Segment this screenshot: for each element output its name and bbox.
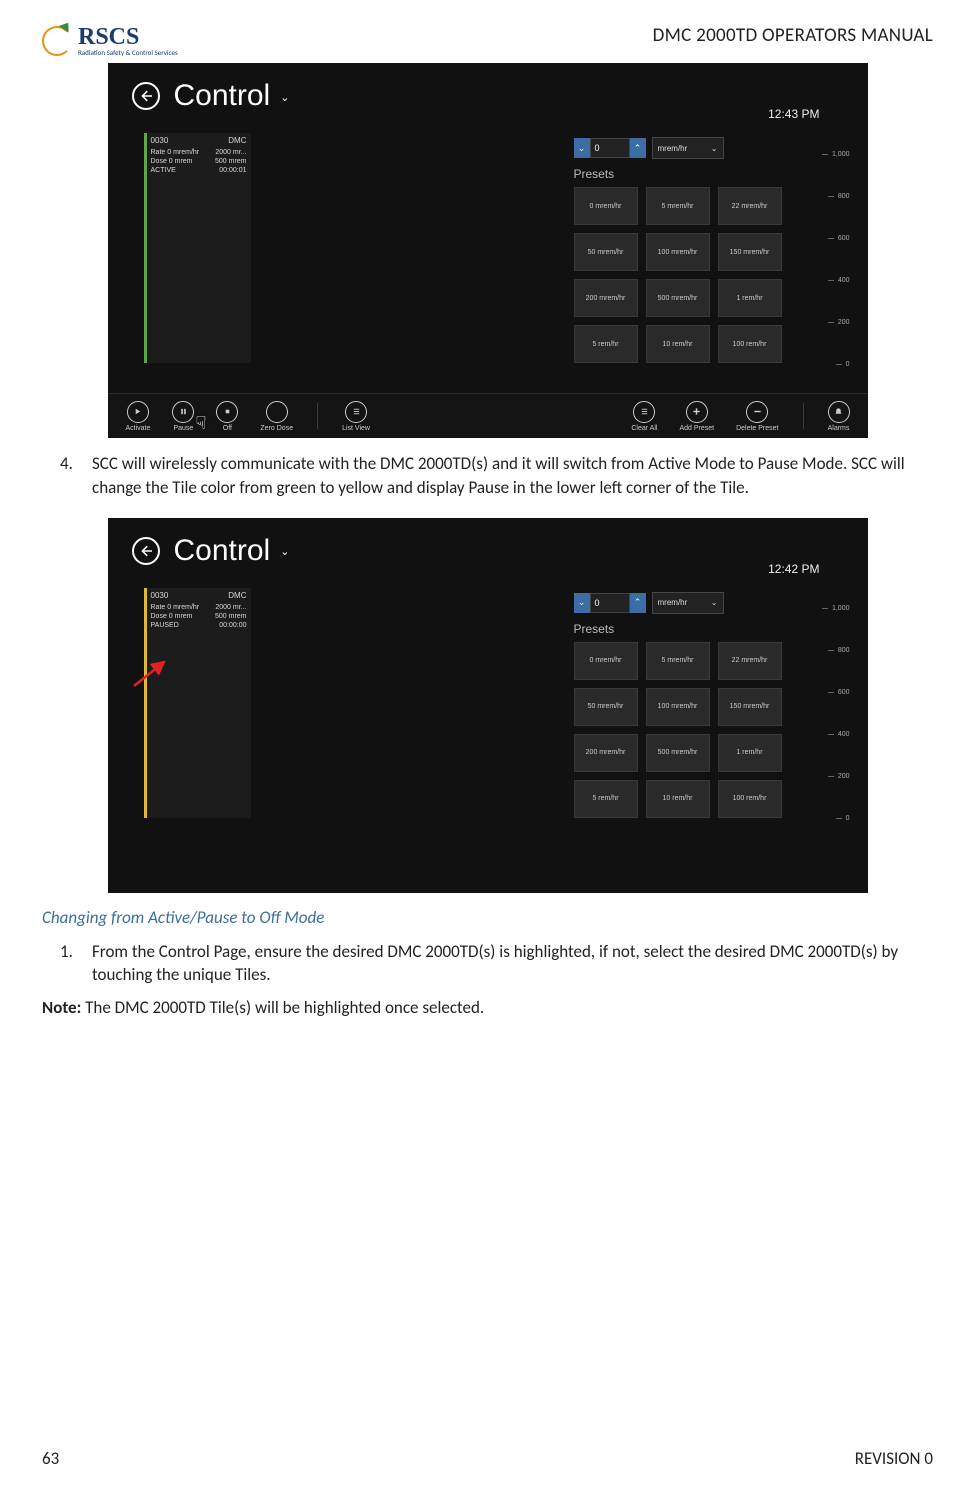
preset-button[interactable]: 10 rem/hr xyxy=(646,780,710,818)
preset-button[interactable]: 1 rem/hr xyxy=(718,279,782,317)
tile-id: 0030 xyxy=(151,136,169,145)
pause-button[interactable]: Pause xyxy=(172,401,194,432)
logo-subtext: Radiation Safety & Control Services xyxy=(78,48,178,57)
spinner-value[interactable]: 0 xyxy=(590,593,630,613)
back-button[interactable] xyxy=(132,82,160,110)
logo-text: RSCS xyxy=(78,24,178,51)
spinner-down-button[interactable]: ⌄ xyxy=(574,138,590,158)
clock: 12:42 PM xyxy=(768,562,819,576)
preset-button[interactable]: 100 mrem/hr xyxy=(646,688,710,726)
preset-button[interactable]: 150 mrem/hr xyxy=(718,233,782,271)
preset-button[interactable]: 50 mrem/hr xyxy=(574,688,638,726)
preset-button[interactable]: 5 mrem/hr xyxy=(646,642,710,680)
tile-state: ACTIVE xyxy=(151,166,176,175)
preset-button[interactable]: 5 rem/hr xyxy=(574,325,638,363)
dropdown-caret-icon[interactable]: ⌄ xyxy=(280,546,289,558)
preset-button[interactable]: 500 mrem/hr xyxy=(646,734,710,772)
screenshot-control-paused: Control⌄ 12:42 PM 0030 DMC Rate 0 mrem/h… xyxy=(108,518,868,893)
spinner-up-button[interactable]: ⌃ xyxy=(630,593,646,613)
tile-id: 0030 xyxy=(151,591,169,600)
off-button[interactable]: Off xyxy=(216,401,238,432)
preset-button[interactable]: 500 mrem/hr xyxy=(646,279,710,317)
preset-button[interactable]: 0 mrem/hr xyxy=(574,642,638,680)
preset-button[interactable]: 200 mrem/hr xyxy=(574,279,638,317)
spinner-up-button[interactable]: ⌃ xyxy=(630,138,646,158)
document-title: DMC 2000TD OPERATORS MANUAL xyxy=(653,24,933,47)
preset-button[interactable]: 0 mrem/hr xyxy=(574,187,638,225)
screenshot-control-active: Control⌄ 12:43 PM 0030 DMC Rate 0 mrem/h… xyxy=(108,63,868,438)
preset-button[interactable]: 100 rem/hr xyxy=(718,325,782,363)
add-preset-button[interactable]: Add Preset xyxy=(679,401,714,432)
step-1: 1.From the Control Page, ensure the desi… xyxy=(42,940,933,988)
unit-dropdown[interactable]: mrem/hr⌄ xyxy=(652,592,724,614)
scale-axis: 1,000 800 600 400 200 0 xyxy=(810,588,850,840)
note: Note: The DMC 2000TD Tile(s) will be hig… xyxy=(42,997,933,1018)
page-title: Control⌄ xyxy=(174,79,290,113)
document-header: RSCS Radiation Safety & Control Services… xyxy=(42,24,933,57)
device-tile-paused[interactable]: 0030 DMC Rate 0 mrem/hr2000 mr... Dose 0… xyxy=(144,588,251,818)
page-number: 63 xyxy=(42,1448,59,1469)
preset-button[interactable]: 5 rem/hr xyxy=(574,780,638,818)
preset-button[interactable]: 22 mrem/hr xyxy=(718,187,782,225)
tile-state: PAUSED xyxy=(151,621,179,630)
tile-model: DMC xyxy=(228,136,246,145)
zero-dose-button[interactable]: Zero Dose xyxy=(260,401,293,432)
alarms-button[interactable]: Alarms xyxy=(828,401,850,432)
preset-button[interactable]: 200 mrem/hr xyxy=(574,734,638,772)
presets-label: Presets xyxy=(574,622,844,636)
preset-button[interactable]: 22 mrem/hr xyxy=(718,642,782,680)
revision-label: REVISION 0 xyxy=(855,1448,933,1469)
chevron-down-icon: ⌄ xyxy=(711,598,718,607)
list-view-button[interactable]: List View xyxy=(342,401,370,432)
logo-mark-icon xyxy=(42,26,72,56)
bottom-toolbar: Activate Pause Off Zero Dose List View C… xyxy=(108,393,868,438)
preset-button[interactable]: 5 mrem/hr xyxy=(646,187,710,225)
presets-label: Presets xyxy=(574,167,844,181)
page-title: Control⌄ xyxy=(174,534,290,568)
dropdown-caret-icon[interactable]: ⌄ xyxy=(280,92,289,104)
unit-dropdown[interactable]: mrem/hr⌄ xyxy=(652,137,724,159)
clock: 12:43 PM xyxy=(768,107,819,121)
clear-all-button[interactable]: Clear All xyxy=(631,401,657,432)
step-4: 4.SCC will wirelessly communicate with t… xyxy=(42,452,933,500)
tile-model: DMC xyxy=(228,591,246,600)
preset-button[interactable]: 10 rem/hr xyxy=(646,325,710,363)
logo: RSCS Radiation Safety & Control Services xyxy=(42,24,178,57)
preset-button[interactable]: 1 rem/hr xyxy=(718,734,782,772)
back-button[interactable] xyxy=(132,537,160,565)
preset-button[interactable]: 150 mrem/hr xyxy=(718,688,782,726)
device-tile-active[interactable]: 0030 DMC Rate 0 mrem/hr2000 mr... Dose 0… xyxy=(144,133,251,363)
spinner-value[interactable]: 0 xyxy=(590,138,630,158)
delete-preset-button[interactable]: Delete Preset xyxy=(736,401,778,432)
spinner-down-button[interactable]: ⌄ xyxy=(574,593,590,613)
activate-button[interactable]: Activate xyxy=(126,401,151,432)
document-footer: 63 REVISION 0 xyxy=(42,1448,933,1469)
preset-button[interactable]: 100 rem/hr xyxy=(718,780,782,818)
preset-button[interactable]: 50 mrem/hr xyxy=(574,233,638,271)
scale-axis: 1,000 800 600 400 200 0 xyxy=(810,133,850,385)
preset-button[interactable]: 100 mrem/hr xyxy=(646,233,710,271)
chevron-down-icon: ⌄ xyxy=(711,144,718,153)
section-heading: Changing from Active/Pause to Off Mode xyxy=(42,907,933,928)
